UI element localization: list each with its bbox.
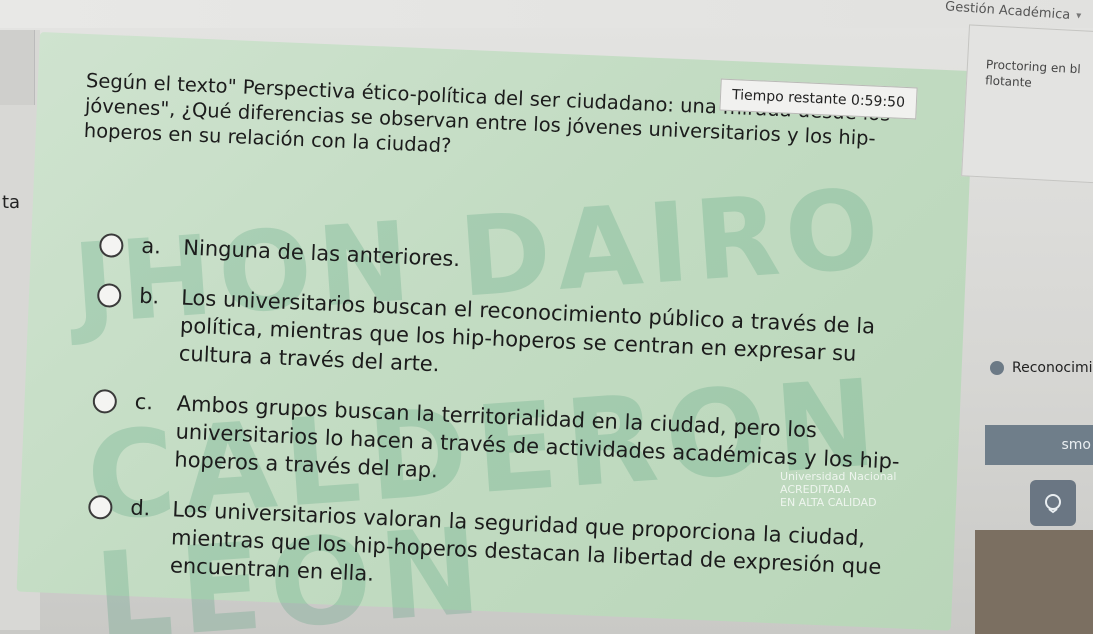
proctoring-panel: Proctoring en bl flotante bbox=[961, 24, 1093, 184]
face-recognition-icon bbox=[990, 361, 1004, 375]
radio-button-b[interactable] bbox=[96, 282, 122, 308]
radio-button-a[interactable] bbox=[98, 232, 124, 258]
option-letter: c. bbox=[134, 389, 154, 415]
option-d[interactable]: d. Los universitarios valoran la segurid… bbox=[86, 492, 949, 612]
timer-label: Tiempo restante 0:59:50 bbox=[731, 87, 906, 111]
option-text: Los universitarios valoran la seguridad … bbox=[169, 497, 882, 586]
option-b[interactable]: b. Los universitarios buscan el reconoci… bbox=[94, 280, 957, 400]
radio-button-c[interactable] bbox=[92, 388, 118, 414]
option-text: Ambos grupos buscan la territorialidad e… bbox=[173, 391, 901, 483]
proctoring-text: Proctoring en bl flotante bbox=[984, 57, 1081, 90]
user-menu-label: Gestión Académica bbox=[944, 0, 1071, 23]
left-sidebar-text: ta bbox=[2, 192, 21, 213]
chat-button[interactable] bbox=[1030, 480, 1076, 526]
option-c[interactable]: c. Ambos grupos buscan la territorialida… bbox=[90, 386, 953, 506]
user-menu[interactable]: Gestión Académica ▾ bbox=[944, 0, 1081, 24]
radio-button-d[interactable] bbox=[87, 494, 113, 520]
chevron-down-icon: ▾ bbox=[1075, 10, 1082, 22]
top-bar: Gestión Académica ▾ bbox=[0, 0, 1093, 28]
reconocimiento-label: Reconocimi bbox=[1012, 360, 1093, 376]
option-letter: d. bbox=[129, 495, 151, 521]
background-object bbox=[975, 530, 1093, 634]
chat-icon bbox=[1045, 494, 1061, 514]
side-action-label: smo bbox=[1061, 437, 1092, 453]
side-action-button[interactable]: smo bbox=[985, 425, 1093, 465]
exam-page: Gestión Académica ▾ ta Según el texto" P… bbox=[0, 0, 1093, 634]
option-letter: b. bbox=[138, 283, 160, 309]
reconocimiento-item[interactable]: Reconocimi bbox=[990, 360, 1093, 376]
option-letter: a. bbox=[140, 233, 162, 259]
option-text: Los universitarios buscan el reconocimie… bbox=[178, 285, 876, 377]
left-nav-box[interactable] bbox=[0, 30, 35, 105]
answer-options: a. Ninguna de las anteriores. b. Los uni… bbox=[85, 230, 960, 634]
